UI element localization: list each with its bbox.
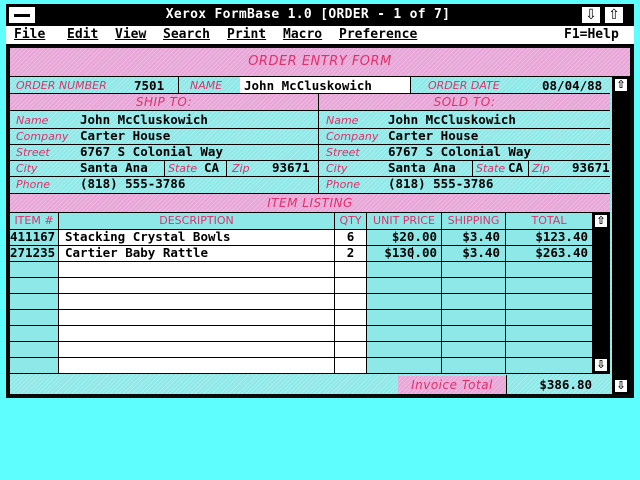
- divider: [528, 160, 529, 176]
- form-scroll-down-icon[interactable]: ⇩: [614, 379, 628, 393]
- table-scrollbar[interactable]: [593, 213, 610, 373]
- divider: [164, 160, 165, 176]
- sold-phone-value[interactable]: (818) 555-3786: [388, 176, 493, 192]
- window-title: Xerox FormBase 1.0 [ORDER - 1 of 7]: [165, 7, 451, 22]
- form-scrollbar[interactable]: [612, 77, 630, 394]
- order-date-value[interactable]: 08/04/88: [542, 78, 602, 94]
- order-date-label: ORDER DATE: [428, 79, 500, 92]
- menu-help[interactable]: F1=Help: [564, 26, 619, 44]
- column-header-item[interactable]: ITEM #: [10, 213, 58, 229]
- order-form: ORDER ENTRY FORM ORDER NUMBER 7501 NAME …: [10, 48, 630, 394]
- invoice-total-label: Invoice Total: [398, 376, 506, 394]
- name-value: John McCluskowich: [244, 78, 372, 93]
- cell-shipping[interactable]: $3.40: [442, 245, 500, 261]
- ship-company-value[interactable]: Carter House: [80, 128, 170, 144]
- sold-company-label: Company: [326, 130, 379, 143]
- text-cursor-icon: [412, 247, 413, 259]
- divider: [10, 110, 610, 111]
- maximize-button[interactable]: ⇧: [604, 6, 624, 24]
- cell-shipping[interactable]: $3.40: [442, 229, 500, 245]
- sold-state-label: State: [476, 162, 506, 175]
- divider: [10, 309, 592, 310]
- app-window: Xerox FormBase 1.0 [ORDER - 1 of 7] ⇩ ⇧ …: [6, 4, 634, 398]
- column-header-shipping[interactable]: SHIPPING: [442, 213, 505, 229]
- divider: [10, 373, 610, 374]
- ship-city-label: City: [16, 162, 38, 175]
- ship-street-label: Street: [16, 146, 50, 159]
- cell-item[interactable]: 271235: [10, 245, 58, 261]
- ship-name-value[interactable]: John McCluskowich: [80, 112, 208, 128]
- ship-city-value[interactable]: Santa Ana: [80, 160, 148, 176]
- sold-name-label: Name: [326, 114, 359, 127]
- ship-street-value[interactable]: 6767 S Colonial Way: [80, 144, 223, 160]
- ship-state-value[interactable]: CA: [204, 160, 219, 176]
- divider: [10, 341, 592, 342]
- divider: [472, 160, 473, 176]
- column-header-unit-price[interactable]: UNIT PRICE: [367, 213, 441, 229]
- cell-qty[interactable]: 2: [335, 245, 366, 261]
- cell-item[interactable]: 411167: [10, 229, 58, 245]
- divider: [410, 77, 411, 93]
- sold-city-label: City: [326, 162, 348, 175]
- cell-unit-price[interactable]: $20.00: [367, 229, 437, 245]
- minimize-button[interactable]: ⇩: [581, 6, 601, 24]
- cell-total: $123.40: [535, 229, 588, 244]
- divider: [10, 277, 592, 278]
- ship-to-header: SHIP TO:: [10, 94, 318, 110]
- sold-zip-label: Zip: [532, 162, 550, 175]
- divider: [226, 160, 227, 176]
- menu-bar: File Edit View Search Print Macro Prefer…: [6, 26, 634, 46]
- table-row[interactable]: 411167 Stacking Crystal Bowls 6 $20.00 $…: [10, 229, 592, 245]
- form-scroll-up-icon[interactable]: ⇧: [614, 78, 628, 92]
- divider: [178, 77, 179, 93]
- sold-name-value[interactable]: John McCluskowich: [388, 112, 516, 128]
- column-header-description[interactable]: DESCRIPTION: [59, 213, 334, 229]
- order-number-value[interactable]: 7501: [134, 78, 164, 94]
- item-table: ITEM # DESCRIPTION QTY UNIT PRICE SHIPPI…: [10, 213, 610, 374]
- item-listing-header: ITEM LISTING: [10, 194, 610, 212]
- invoice-total-value: $386.80: [539, 377, 592, 392]
- sold-city-value[interactable]: Santa Ana: [388, 160, 456, 176]
- column-header-qty[interactable]: QTY: [335, 213, 366, 229]
- title-bar[interactable]: Xerox FormBase 1.0 [ORDER - 1 of 7] ⇩ ⇧: [6, 4, 634, 26]
- cell-unit-price[interactable]: $130.00: [367, 245, 437, 261]
- system-menu-button[interactable]: [8, 6, 36, 24]
- divider: [10, 325, 592, 326]
- divider: [10, 293, 592, 294]
- sold-street-label: Street: [326, 146, 360, 159]
- sold-state-value[interactable]: CA: [508, 160, 523, 176]
- cell-description[interactable]: Stacking Crystal Bowls: [65, 229, 231, 245]
- ship-name-label: Name: [16, 114, 49, 127]
- ship-company-label: Company: [16, 130, 69, 143]
- divider: [10, 357, 592, 358]
- sold-to-header: SOLD TO:: [319, 94, 610, 110]
- ship-phone-value[interactable]: (818) 555-3786: [80, 176, 185, 192]
- sold-phone-label: Phone: [326, 178, 361, 191]
- form-title: ORDER ENTRY FORM: [10, 48, 630, 76]
- divider: [506, 375, 507, 394]
- ship-zip-label: Zip: [232, 162, 250, 175]
- table-scroll-up-icon[interactable]: ⇧: [594, 214, 608, 228]
- ship-state-label: State: [168, 162, 198, 175]
- ship-zip-value[interactable]: 93671: [272, 160, 310, 176]
- order-number-label: ORDER NUMBER: [16, 79, 107, 92]
- system-menu-icon: [14, 14, 30, 17]
- divider: [10, 261, 592, 262]
- ship-phone-label: Phone: [16, 178, 51, 191]
- column-header-total[interactable]: TOTAL: [506, 213, 592, 229]
- table-scroll-down-icon[interactable]: ⇩: [594, 358, 608, 372]
- table-row[interactable]: 271235 Cartier Baby Rattle 2 $130.00 $3.…: [10, 245, 592, 261]
- sold-street-value[interactable]: 6767 S Colonial Way: [388, 144, 531, 160]
- cell-qty[interactable]: 6: [335, 229, 366, 245]
- cell-total: $263.40: [535, 245, 588, 260]
- cell-description[interactable]: Cartier Baby Rattle: [65, 245, 208, 261]
- sold-zip-value[interactable]: 93671: [572, 160, 610, 176]
- name-label: NAME: [190, 79, 223, 92]
- sold-company-value[interactable]: Carter House: [388, 128, 478, 144]
